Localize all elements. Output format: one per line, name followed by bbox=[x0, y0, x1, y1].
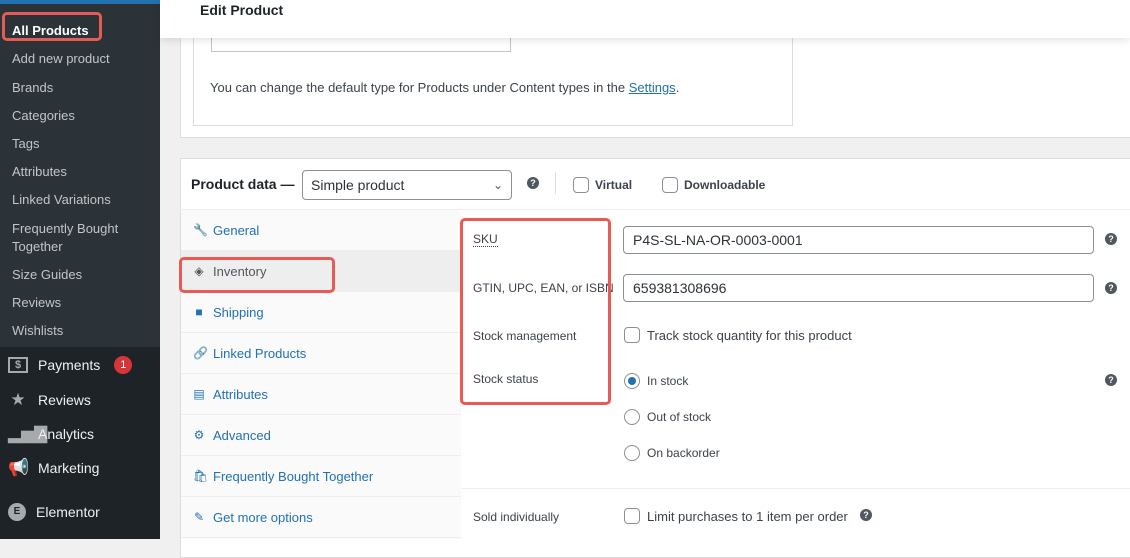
divider bbox=[555, 172, 556, 194]
megaphone-icon: 📢 bbox=[8, 458, 30, 477]
out-of-stock-label: Out of stock bbox=[647, 410, 712, 424]
gear-icon: ⚙ bbox=[193, 428, 205, 442]
menu-label: Analytics bbox=[38, 426, 95, 442]
admin-sidebar: All Products Add new product Brands Cate… bbox=[0, 0, 160, 539]
limit-purchases-checkbox[interactable] bbox=[624, 508, 640, 524]
tab-label: General bbox=[213, 222, 260, 238]
product-data-label: Product data — bbox=[191, 176, 295, 192]
help-icon[interactable]: ? bbox=[527, 177, 539, 189]
highlight-box bbox=[460, 218, 611, 405]
submenu-frequently-bought-together[interactable]: Frequently Bought Together bbox=[12, 220, 152, 256]
list-icon: ▤ bbox=[193, 387, 205, 401]
virtual-checkbox[interactable] bbox=[573, 177, 589, 193]
help-icon[interactable]: ? bbox=[1105, 374, 1117, 386]
divider bbox=[462, 488, 1130, 489]
tab-general[interactable]: 🔧 General bbox=[181, 210, 461, 251]
tab-shipping[interactable]: ■ Shipping bbox=[181, 292, 461, 333]
tab-label: Advanced bbox=[213, 427, 271, 443]
submenu-linked-variations[interactable]: Linked Variations bbox=[12, 191, 152, 209]
products-submenu: All Products Add new product Brands Cate… bbox=[0, 0, 160, 347]
product-type-select[interactable]: Simple product ⌄ bbox=[302, 170, 512, 200]
sold-individually-label: Sold individually bbox=[473, 510, 560, 524]
on-backorder-radio[interactable] bbox=[624, 445, 640, 461]
settings-link[interactable]: Settings bbox=[629, 80, 676, 95]
menu-elementor[interactable]: E Elementor bbox=[8, 503, 100, 521]
notice-text: You can change the default type for Prod… bbox=[210, 80, 679, 95]
help-icon[interactable]: ? bbox=[860, 509, 872, 521]
menu-label: Elementor bbox=[36, 504, 100, 520]
submenu-attributes[interactable]: Attributes bbox=[12, 163, 152, 181]
virtual-label: Virtual bbox=[595, 178, 633, 192]
highlight-box bbox=[2, 12, 102, 41]
limit-purchases-label: Limit purchases to 1 item per order bbox=[647, 509, 848, 524]
tab-label: Get more options bbox=[213, 509, 313, 525]
notification-badge: 1 bbox=[114, 356, 133, 374]
wrench-icon: 🔧 bbox=[193, 223, 208, 237]
menu-label: Marketing bbox=[38, 460, 100, 476]
tab-label: Frequently Bought Together bbox=[213, 468, 374, 484]
bag-icon: 🛍 bbox=[193, 469, 209, 483]
out-of-stock-radio[interactable] bbox=[624, 409, 640, 425]
help-icon[interactable]: ? bbox=[1105, 233, 1117, 245]
submenu-categories[interactable]: Categories bbox=[12, 107, 152, 125]
highlight-box bbox=[179, 257, 335, 293]
track-stock-label: Track stock quantity for this product bbox=[647, 328, 852, 343]
in-stock-label: In stock bbox=[647, 374, 689, 388]
page-header: Edit Product bbox=[160, 0, 1130, 38]
tab-linked-products[interactable]: 🔗 Linked Products bbox=[181, 333, 461, 374]
elementor-icon: E bbox=[8, 503, 26, 521]
star-icon: ★ bbox=[10, 390, 26, 409]
link-icon: 🔗 bbox=[193, 346, 208, 360]
submenu-brands[interactable]: Brands bbox=[12, 79, 152, 97]
tab-attributes[interactable]: ▤ Attributes bbox=[181, 374, 461, 415]
tab-label: Shipping bbox=[213, 304, 264, 320]
menu-label: Reviews bbox=[38, 392, 91, 408]
submenu-reviews[interactable]: Reviews bbox=[12, 294, 152, 312]
menu-label: Payments bbox=[38, 357, 101, 373]
menu-payments[interactable]: $ Payments 1 bbox=[8, 356, 133, 374]
help-icon[interactable]: ? bbox=[1105, 282, 1117, 294]
notice-body: You can change the default type for Prod… bbox=[210, 80, 629, 95]
submenu-add-new-product[interactable]: Add new product bbox=[12, 50, 152, 68]
menu-reviews[interactable]: ★ Reviews bbox=[8, 390, 91, 410]
tab-advanced[interactable]: ⚙ Advanced bbox=[181, 415, 461, 456]
on-backorder-label: On backorder bbox=[647, 446, 720, 460]
track-stock-checkbox[interactable] bbox=[624, 327, 640, 343]
submenu-wishlists[interactable]: Wishlists bbox=[12, 322, 152, 340]
notice-suffix: . bbox=[675, 80, 680, 95]
submenu-tags[interactable]: Tags bbox=[12, 135, 152, 153]
sku-input[interactable] bbox=[623, 226, 1094, 254]
select-value: Simple product bbox=[311, 177, 405, 193]
submenu-size-guides[interactable]: Size Guides bbox=[12, 266, 152, 284]
dollar-icon: $ bbox=[8, 357, 28, 373]
gtin-input[interactable] bbox=[623, 274, 1094, 302]
menu-analytics[interactable]: ▂▅▇ Analytics bbox=[8, 424, 94, 444]
plugin-icon: ✎ bbox=[193, 510, 205, 524]
tab-get-more-options[interactable]: ✎ Get more options bbox=[181, 497, 461, 538]
truck-icon: ■ bbox=[195, 305, 203, 319]
tab-label: Linked Products bbox=[213, 345, 307, 361]
tab-frequently-bought-together[interactable]: 🛍 Frequently Bought Together bbox=[181, 456, 461, 497]
in-stock-radio[interactable] bbox=[624, 373, 640, 389]
tab-label: Attributes bbox=[213, 386, 268, 402]
menu-marketing[interactable]: 📢 Marketing bbox=[8, 458, 99, 478]
chevron-down-icon: ⌄ bbox=[492, 178, 503, 192]
page-title: Edit Product bbox=[200, 2, 284, 18]
downloadable-label: Downloadable bbox=[684, 178, 766, 192]
bar-chart-icon: ▂▅▇ bbox=[8, 424, 48, 443]
downloadable-checkbox[interactable] bbox=[662, 177, 678, 193]
